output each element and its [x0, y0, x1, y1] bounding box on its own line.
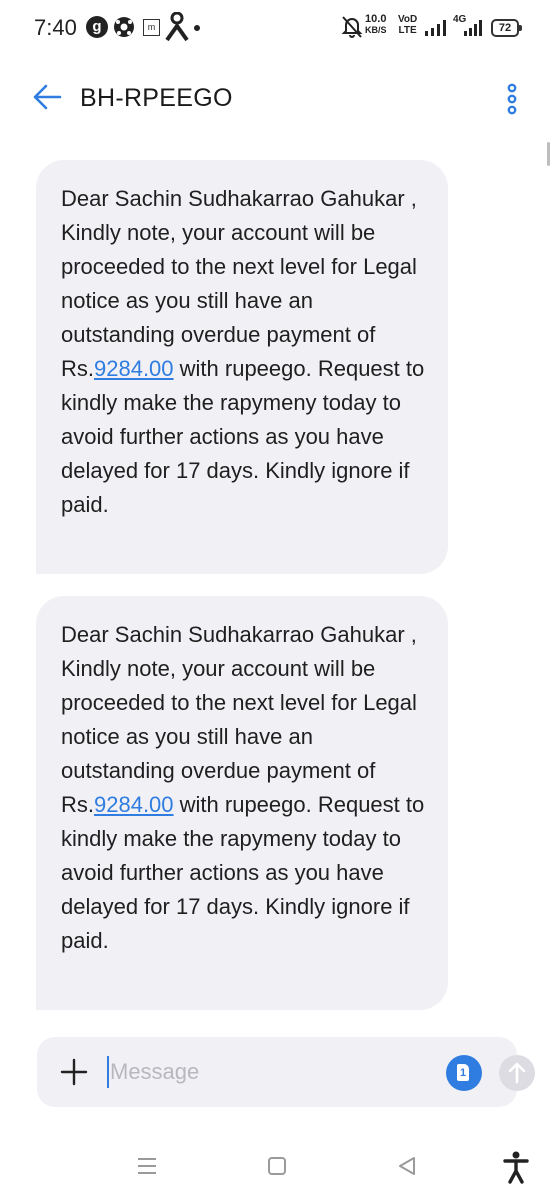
- system-navigation-bar: [0, 1140, 554, 1200]
- accessibility-icon[interactable]: [503, 1150, 529, 1189]
- network-speed-value: 10.0: [365, 13, 387, 25]
- g-notification-icon: g: [86, 16, 108, 38]
- volte-bottom: LTE: [398, 25, 417, 36]
- message-input[interactable]: [110, 1054, 410, 1090]
- text-cursor: [107, 1056, 109, 1088]
- sim-card-icon[interactable]: 1: [446, 1055, 482, 1091]
- amount-link[interactable]: 9284.00: [94, 792, 174, 817]
- status-bar: 7:40 g m 10.0 KB/S VoD LTE 4G 72: [0, 0, 554, 58]
- message-composer: 1: [37, 1037, 535, 1107]
- sim-label: 1: [457, 1064, 469, 1081]
- bell-muted-icon: [341, 14, 363, 40]
- signal-strength-2-icon: [464, 20, 484, 41]
- conversation-title: BH-RPEEGO: [80, 84, 233, 112]
- message-bubble[interactable]: Dear Sachin Sudhakarrao Gahukar , Kindly…: [36, 160, 448, 574]
- person-notification-icon: [163, 11, 191, 42]
- more-notifications-dot-icon: [194, 25, 200, 31]
- volte-indicator: VoD LTE: [398, 14, 417, 36]
- message-bubble[interactable]: Dear Sachin Sudhakarrao Gahukar , Kindly…: [36, 596, 448, 1010]
- network-speed-unit: KB/S: [365, 25, 387, 35]
- more-vertical-icon[interactable]: [500, 80, 524, 118]
- volte-top: VoD: [398, 14, 418, 25]
- conversation-header: BH-RPEEGO: [0, 68, 554, 128]
- message-text: Dear Sachin Sudhakarrao Gahukar , Kindly…: [61, 186, 417, 381]
- back-arrow-icon[interactable]: [30, 82, 64, 112]
- signal-strength-icon: [425, 20, 447, 41]
- soccer-ball-icon: [113, 16, 135, 38]
- menu-lines-icon[interactable]: [136, 1154, 158, 1183]
- plus-icon[interactable]: [59, 1057, 89, 1087]
- battery-icon: 72: [491, 19, 522, 37]
- message-text: Dear Sachin Sudhakarrao Gahukar , Kindly…: [61, 622, 417, 817]
- network-speed: 10.0 KB/S: [365, 14, 387, 36]
- m-notification-icon: m: [143, 19, 160, 36]
- status-time: 7:40: [34, 15, 77, 40]
- send-arrow-icon[interactable]: [499, 1055, 535, 1091]
- scrollbar[interactable]: [547, 142, 550, 166]
- square-icon[interactable]: [266, 1154, 288, 1183]
- triangle-back-icon[interactable]: [396, 1154, 418, 1183]
- amount-link[interactable]: 9284.00: [94, 356, 174, 381]
